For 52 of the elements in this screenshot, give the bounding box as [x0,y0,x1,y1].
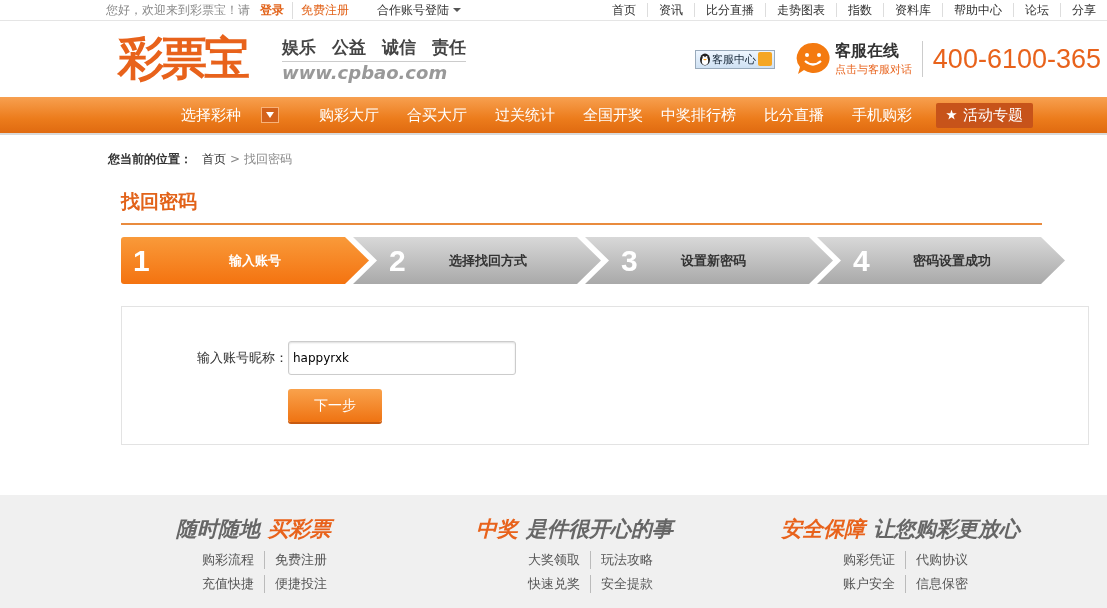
field-label: 输入账号昵称： [196,349,288,367]
progress-step: 4 密码设置成功 [817,237,1065,284]
breadcrumb-label: 您当前的位置： [108,150,192,168]
top-nav-link[interactable]: 指数 [836,3,883,17]
top-nav-link[interactable]: 比分直播 [694,3,765,17]
dropdown-icon [261,107,279,123]
account-input-field[interactable]: happyrxk [288,341,516,375]
online-service-link[interactable]: 客服在线 点击与客服对话 [794,41,923,77]
page-title: 找回密码 [121,189,1042,225]
partner-login-link[interactable]: 合作账号登陆 [377,1,461,19]
footer-link[interactable]: 代购协议 [905,551,978,569]
top-nav-link[interactable]: 论坛 [1013,3,1060,17]
smiley-bubble-icon [794,41,831,77]
progress-step: 3 设置新密码 [585,237,833,284]
phone-number: 400-6100-365 [932,43,1101,75]
footer-link[interactable]: 充值快捷 [202,575,264,593]
breadcrumb-separator: > [230,152,241,166]
login-link[interactable]: 登录 [260,1,293,19]
footer-link[interactable]: 安全提款 [590,575,663,593]
footer-slogan: 安全保障 让您购彩更放心 [781,516,1023,543]
footer-link[interactable]: 大奖领取 [528,551,590,569]
top-nav-link[interactable]: 首页 [601,3,647,17]
special-events-button[interactable]: 活动专题 [936,102,1033,128]
top-nav-link[interactable]: 帮助中心 [942,3,1013,17]
progress-step: 1 输入账号 [121,237,369,284]
breadcrumb-link[interactable]: 首页 [202,150,226,168]
slogan-text: 公益 [332,35,366,59]
service-center-button[interactable]: 客服中心 [694,49,775,69]
top-nav-link[interactable]: 走势图表 [765,3,836,17]
site-url: www.cpbao.com [282,61,449,83]
top-nav-link[interactable]: 资讯 [647,3,694,17]
footer-link[interactable]: 信息保密 [905,575,978,593]
footer-link[interactable]: 免费注册 [264,551,337,569]
footer-link[interactable]: 便捷投注 [264,575,337,593]
footer-link[interactable]: 购彩凭证 [843,551,905,569]
register-link[interactable]: 免费注册 [301,1,349,19]
caret-icon [453,8,461,12]
footer-link[interactable]: 玩法攻略 [590,551,663,569]
greeting-text: 您好，欢迎来到彩票宝！请 [106,1,250,19]
slogan-text: 娱乐 [282,35,316,59]
top-nav-link[interactable]: 资料库 [883,3,942,17]
footer-link[interactable]: 快速兑奖 [528,575,590,593]
footer-slogan: 中奖 是件很开心的事 [476,515,781,543]
slogan-text: 诚信 [382,35,416,59]
footer-link[interactable]: 购彩流程 [202,551,264,569]
top-nav-link[interactable]: 分享 [1060,3,1107,17]
footer-link[interactable]: 账户安全 [843,575,905,593]
progress-step: 2 选择找回方式 [353,237,601,284]
footer-slogan: 随时随地 买彩票 [176,515,476,543]
slogan-text: 责任 [432,35,466,59]
penguin-icon [697,52,712,66]
breadcrumb-current: 找回密码 [244,150,293,168]
